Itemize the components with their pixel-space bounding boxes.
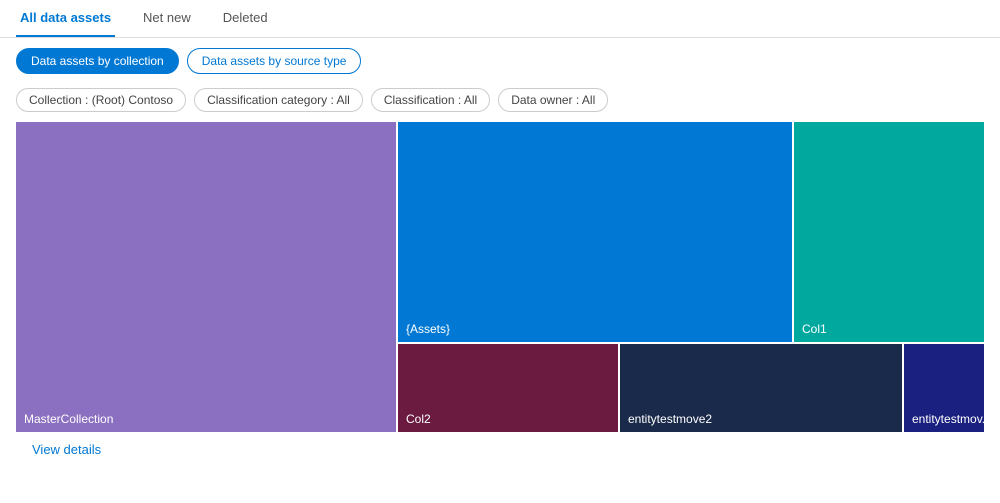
filter-collection[interactable]: Collection : (Root) Contoso bbox=[16, 88, 186, 112]
toolbar: Data assets by collection Data assets by… bbox=[0, 38, 1000, 84]
btn-collection[interactable]: Data assets by collection bbox=[16, 48, 179, 74]
treemap-cell-col2-label: Col2 bbox=[406, 412, 431, 426]
view-details-link[interactable]: View details bbox=[16, 432, 117, 467]
treemap-cell-entitytestmove2-label: entitytestmove2 bbox=[628, 412, 712, 426]
treemap-cell-entitytestmove2[interactable]: entitytestmove2 bbox=[620, 344, 902, 432]
filter-data-owner[interactable]: Data owner : All bbox=[498, 88, 608, 112]
filter-classification-category[interactable]: Classification category : All bbox=[194, 88, 363, 112]
treemap-cell-master[interactable]: MasterCollection bbox=[16, 122, 396, 432]
treemap-cell-assets[interactable]: {Assets} bbox=[398, 122, 792, 342]
tab-all-data-assets[interactable]: All data assets bbox=[16, 0, 115, 37]
treemap-cell-assets-label: {Assets} bbox=[406, 322, 450, 336]
treemap: MasterCollection {Assets} Col1 Col2 enti… bbox=[16, 122, 984, 432]
filter-classification[interactable]: Classification : All bbox=[371, 88, 490, 112]
treemap-cell-master-label: MasterCollection bbox=[24, 412, 113, 426]
treemap-cell-entitytestmov[interactable]: entitytestmov... bbox=[904, 344, 984, 432]
treemap-cell-entitytestmov-label: entitytestmov... bbox=[912, 412, 984, 426]
treemap-cell-col2[interactable]: Col2 bbox=[398, 344, 618, 432]
top-tabs-container: All data assets Net new Deleted bbox=[0, 0, 1000, 38]
btn-source[interactable]: Data assets by source type bbox=[187, 48, 362, 74]
treemap-cell-col1-label: Col1 bbox=[802, 322, 827, 336]
filters-bar: Collection : (Root) Contoso Classificati… bbox=[0, 84, 1000, 122]
tab-net-new[interactable]: Net new bbox=[139, 0, 195, 37]
tab-deleted[interactable]: Deleted bbox=[219, 0, 272, 37]
treemap-cell-col1[interactable]: Col1 bbox=[794, 122, 984, 342]
